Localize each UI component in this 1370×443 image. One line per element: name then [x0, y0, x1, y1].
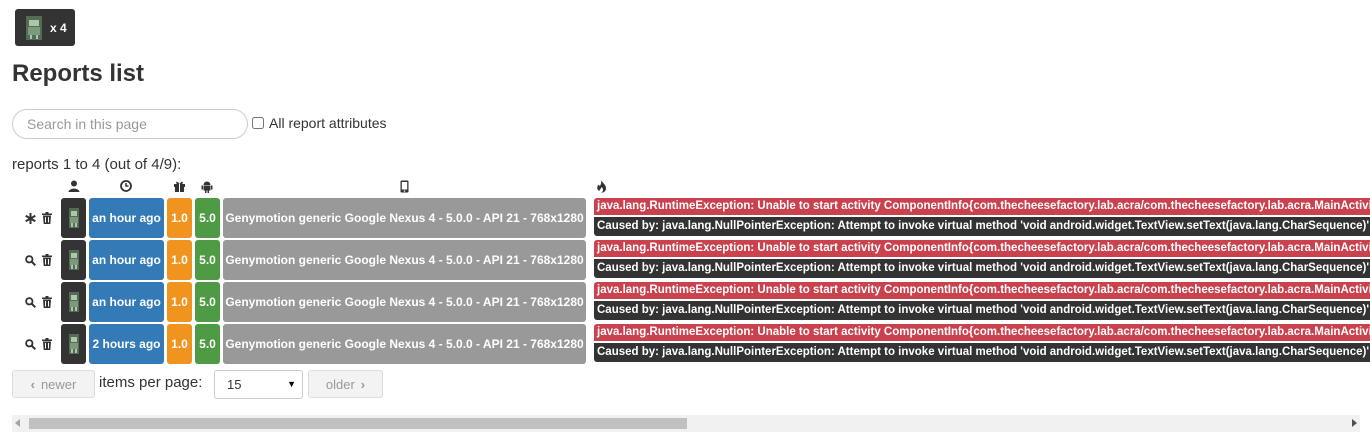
android-robot-icon [68, 250, 79, 270]
exception-message: java.lang.RuntimeException: Unable to st… [594, 240, 1370, 257]
horizontal-scrollbar[interactable] [12, 415, 1360, 432]
reports-range: reports 1 to 4 (out of 4/9): [12, 156, 182, 173]
dropdown-arrow-icon: ▼ [287, 379, 296, 389]
row-actions [18, 240, 58, 280]
android-robot-icon [68, 208, 79, 228]
older-label: older [325, 376, 355, 392]
all-attributes-toggle[interactable]: All report attributes [252, 115, 387, 131]
asterisk-icon[interactable] [24, 212, 36, 224]
row-actions [18, 198, 58, 238]
report-date: an hour ago [89, 240, 164, 280]
report-date: 2 hours ago [89, 324, 164, 364]
exception-message: java.lang.RuntimeException: Unable to st… [594, 198, 1370, 215]
android-version-badge: 5.0 [195, 324, 220, 364]
android-robot-icon [68, 292, 79, 312]
user-icon [68, 180, 80, 192]
app-icon-pill [61, 198, 86, 238]
row-actions [18, 282, 58, 322]
search-input[interactable] [12, 109, 248, 139]
exception-cause: Caused by: java.lang.NullPointerExceptio… [594, 343, 1370, 362]
mobile-phone-icon [400, 180, 409, 193]
search-icon[interactable] [24, 296, 36, 308]
scroll-right-icon[interactable] [1352, 419, 1357, 427]
device-name: Genymotion generic Google Nexus 4 - 5.0.… [223, 324, 586, 364]
app-version-badge: 1.0 [167, 198, 192, 238]
clock-icon [120, 180, 132, 192]
exception-summary: java.lang.RuntimeException: Unable to st… [594, 198, 1370, 238]
app-version-badge: 1.0 [167, 240, 192, 280]
delete-icon[interactable] [41, 254, 52, 266]
android-version-badge: 5.0 [195, 198, 220, 238]
exception-message: java.lang.RuntimeException: Unable to st… [594, 282, 1370, 299]
delete-icon[interactable] [41, 296, 52, 308]
report-date: an hour ago [89, 282, 164, 322]
app-icon-pill [61, 240, 86, 280]
all-attributes-label: All report attributes [269, 115, 387, 131]
app-version-badge: 1.0 [167, 282, 192, 322]
exception-cause: Caused by: java.lang.NullPointerExceptio… [594, 217, 1370, 236]
fire-icon [597, 180, 607, 193]
exception-message: java.lang.RuntimeException: Unable to st… [594, 324, 1370, 341]
all-attributes-checkbox[interactable] [252, 117, 264, 129]
device-name: Genymotion generic Google Nexus 4 - 5.0.… [223, 282, 586, 322]
items-per-page-label: items per page: [99, 374, 203, 391]
row-actions [18, 324, 58, 364]
device-name: Genymotion generic Google Nexus 4 - 5.0.… [223, 198, 586, 238]
older-button[interactable]: older › [308, 370, 383, 398]
items-per-page-value: 15 [227, 377, 242, 392]
exception-cause: Caused by: java.lang.NullPointerExceptio… [594, 259, 1370, 278]
search-icon[interactable] [24, 254, 36, 266]
device-name: Genymotion generic Google Nexus 4 - 5.0.… [223, 240, 586, 280]
android-icon [201, 181, 213, 193]
android-robot-icon [26, 15, 42, 40]
report-date: an hour ago [89, 198, 164, 238]
app-icon-pill [61, 324, 86, 364]
scrollbar-thumb[interactable] [29, 418, 687, 429]
gift-icon [174, 181, 185, 192]
app-badge[interactable]: x 4 [15, 9, 75, 46]
chevron-right-icon: › [360, 376, 366, 392]
newer-button[interactable]: ‹ newer [12, 370, 95, 398]
page-title: Reports list [12, 60, 145, 87]
chevron-left-icon: ‹ [30, 376, 35, 392]
app-version-badge: 1.0 [167, 324, 192, 364]
android-version-badge: 5.0 [195, 240, 220, 280]
exception-summary: java.lang.RuntimeException: Unable to st… [594, 240, 1370, 280]
exception-summary: java.lang.RuntimeException: Unable to st… [594, 324, 1370, 364]
delete-icon[interactable] [41, 212, 52, 224]
exception-summary: java.lang.RuntimeException: Unable to st… [594, 282, 1370, 322]
android-version-badge: 5.0 [195, 282, 220, 322]
android-robot-icon [68, 334, 79, 354]
items-per-page-select[interactable]: 15 ▼ [214, 370, 303, 399]
app-badge-count: x 4 [50, 20, 67, 35]
search-icon[interactable] [24, 338, 36, 350]
newer-label: newer [40, 376, 77, 392]
delete-icon[interactable] [41, 338, 52, 350]
scroll-left-icon[interactable] [15, 419, 20, 427]
app-icon-pill [61, 282, 86, 322]
exception-cause: Caused by: java.lang.NullPointerExceptio… [594, 301, 1370, 320]
